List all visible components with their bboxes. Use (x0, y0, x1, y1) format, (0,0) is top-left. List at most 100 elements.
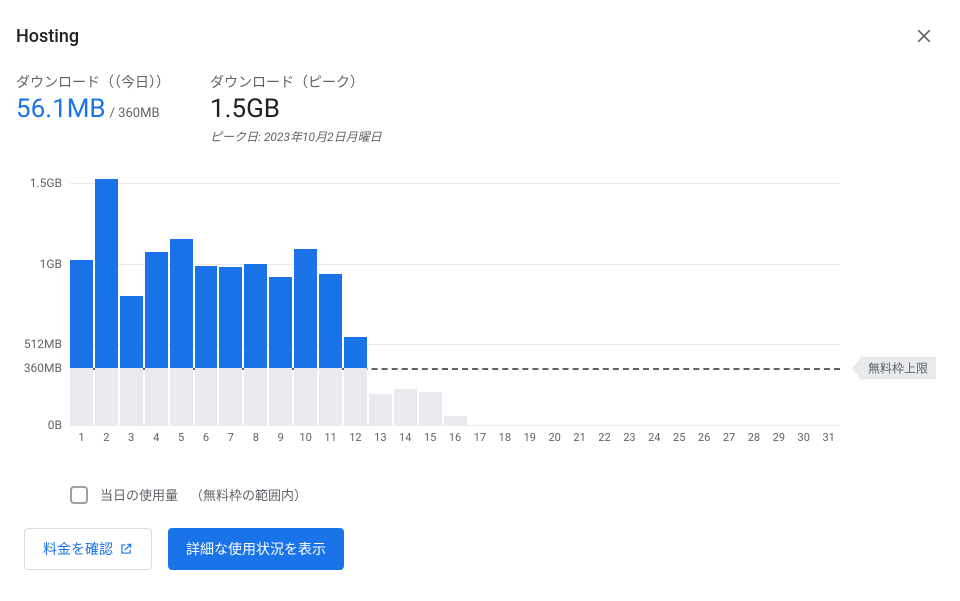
bar (817, 165, 840, 425)
metrics-row: ダウンロード（（今日）） 56.1MB / 360MB ダウンロード（ピーク） … (16, 72, 936, 145)
x-tick-label: 19 (518, 431, 541, 444)
bar-overage (120, 296, 143, 368)
legend-within-free-label: （無料枠の範囲内） (190, 485, 307, 504)
metric-peak-label: ダウンロード（ピーク） (210, 72, 382, 92)
bar (319, 165, 342, 425)
bar (145, 165, 168, 425)
x-tick-label: 23 (618, 431, 641, 444)
bar-free-tier (219, 368, 242, 425)
x-tick-label: 1 (70, 431, 93, 444)
chart-plot: 1.5GB1GB512MB360MB0B (70, 165, 840, 425)
x-tick-label: 26 (693, 431, 716, 444)
y-tick-label: 1.5GB (30, 176, 70, 190)
x-tick-label: 18 (493, 431, 516, 444)
close-button[interactable] (912, 24, 936, 48)
x-tick-label: 9 (269, 431, 292, 444)
x-tick-label: 24 (643, 431, 666, 444)
x-tick-label: 4 (145, 431, 168, 444)
close-icon (914, 26, 934, 46)
x-tick-label: 30 (792, 431, 815, 444)
bar-free-tier (344, 368, 367, 425)
x-tick-label: 10 (294, 431, 317, 444)
bar (444, 165, 467, 425)
x-tick-label: 31 (817, 431, 840, 444)
x-tick-label: 6 (195, 431, 218, 444)
bar-overage (344, 337, 367, 369)
details-button-label: 詳細な使用状況を表示 (186, 539, 326, 559)
bar (294, 165, 317, 425)
bar (718, 165, 741, 425)
x-tick-label: 7 (219, 431, 242, 444)
bar (120, 165, 143, 425)
bar-overage (269, 277, 292, 368)
pricing-button[interactable]: 料金を確認 (24, 528, 152, 570)
x-tick-label: 15 (419, 431, 442, 444)
x-tick-label: 29 (767, 431, 790, 444)
bar (219, 165, 242, 425)
bar (618, 165, 641, 425)
x-tick-label: 3 (120, 431, 143, 444)
metric-today-label: ダウンロード（（今日）） (16, 72, 170, 92)
bar-free-tier (444, 416, 467, 425)
bar (394, 165, 417, 425)
x-tick-label: 16 (444, 431, 467, 444)
bar (195, 165, 218, 425)
bar-free-tier (195, 368, 218, 425)
bar (469, 165, 492, 425)
metric-today-limit: / 360MB (110, 106, 160, 121)
bar (792, 165, 815, 425)
x-tick-label: 11 (319, 431, 342, 444)
x-tick-label: 25 (668, 431, 691, 444)
chart-bars (70, 165, 840, 425)
bar-free-tier (120, 368, 143, 425)
x-tick-label: 20 (543, 431, 566, 444)
bar-free-tier (170, 368, 193, 425)
bar-free-tier (419, 392, 442, 425)
bar (543, 165, 566, 425)
metric-today: ダウンロード（（今日）） 56.1MB / 360MB (16, 72, 170, 145)
x-tick-label: 14 (394, 431, 417, 444)
y-tick-label: 512MB (24, 337, 70, 351)
hosting-panel: Hosting ダウンロード（（今日）） 56.1MB / 360MB ダウンロ… (0, 0, 960, 594)
bar (668, 165, 691, 425)
metric-peak-date: ピーク日: 2023年10月2日月曜日 (210, 128, 382, 145)
y-tick-label: 1GB (40, 257, 70, 271)
metric-peak-value: 1.5GB (210, 94, 280, 124)
bar (493, 165, 516, 425)
bar-overage (319, 274, 342, 369)
x-tick-label: 2 (95, 431, 118, 444)
chart-x-labels: 1234567891011121314151617181920212223242… (70, 431, 840, 444)
details-button[interactable]: 詳細な使用状況を表示 (168, 528, 344, 570)
bar (593, 165, 616, 425)
bar-free-tier (244, 368, 267, 425)
x-tick-label: 22 (593, 431, 616, 444)
x-tick-label: 13 (369, 431, 392, 444)
x-tick-label: 17 (469, 431, 492, 444)
bar-free-tier (319, 368, 342, 425)
bar-overage (294, 249, 317, 369)
bar (244, 165, 267, 425)
bar-free-tier (95, 368, 118, 425)
bar-overage (170, 239, 193, 368)
y-tick-label: 0B (48, 418, 70, 432)
free-tier-tag-label: 無料枠上限 (868, 362, 928, 376)
bar (767, 165, 790, 425)
legend: 当日の使用量 （無料枠の範囲内） (70, 485, 936, 504)
bar-overage (195, 266, 218, 368)
legend-today-label: 当日の使用量 (100, 485, 178, 504)
bar-free-tier (394, 389, 417, 425)
bar-free-tier (269, 368, 292, 425)
bar-overage (219, 267, 242, 368)
bar-overage (145, 252, 168, 369)
x-tick-label: 12 (344, 431, 367, 444)
actions-row: 料金を確認 詳細な使用状況を表示 (24, 528, 936, 570)
bar-free-tier (70, 368, 93, 425)
bar (344, 165, 367, 425)
bar (70, 165, 93, 425)
bar-overage (70, 260, 93, 369)
bar (643, 165, 666, 425)
bar (95, 165, 118, 425)
bar-free-tier (369, 394, 392, 426)
bar-free-tier (145, 368, 168, 425)
free-tier-tag: 無料枠上限 (860, 357, 936, 380)
